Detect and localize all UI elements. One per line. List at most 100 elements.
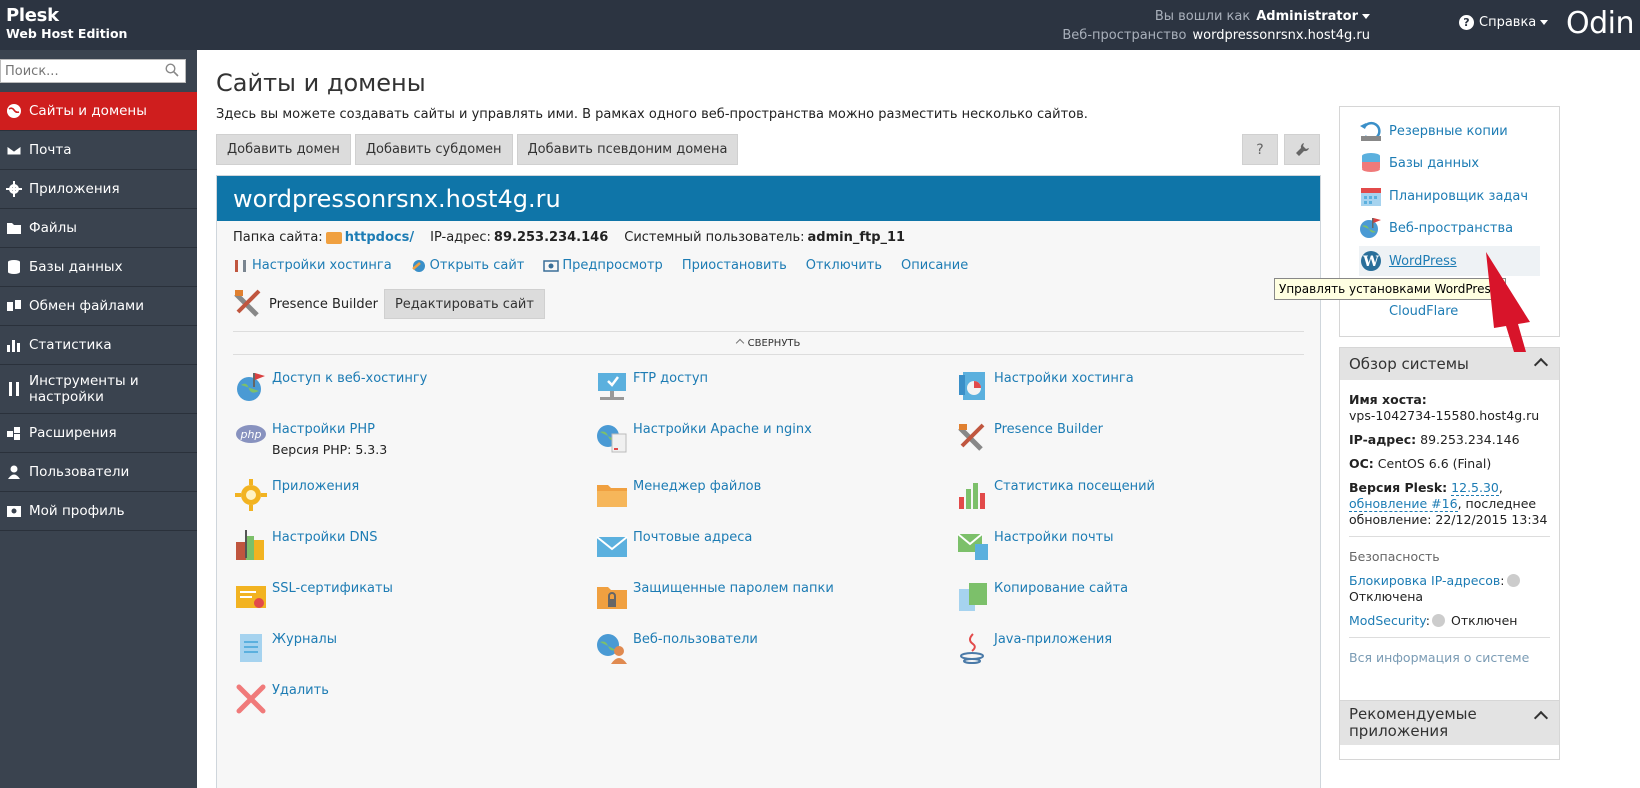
cloudflare-icon xyxy=(1359,300,1383,322)
help-button[interactable]: ? xyxy=(1242,134,1278,165)
plesk-update-link[interactable]: обновление #16 xyxy=(1349,496,1458,512)
file-manager-icon xyxy=(597,485,627,507)
sidebar-item-label: Почта xyxy=(29,142,72,158)
add-domain-button[interactable]: Добавить домен xyxy=(216,134,351,165)
tile-label: Менеджер файлов xyxy=(633,479,762,494)
tile-mail-addresses[interactable]: Почтовые адреса xyxy=(596,530,752,562)
description-link[interactable]: Описание xyxy=(901,258,968,273)
chevron-down-icon xyxy=(1362,14,1370,19)
webspace-selector[interactable]: wordpressonrsnx.host4g.ru xyxy=(1193,28,1371,43)
panel-header[interactable]: Рекомендуемые приложения xyxy=(1340,701,1559,745)
domain-name[interactable]: wordpressonrsnx.host4g.ru xyxy=(217,176,1320,221)
quick-link-backups[interactable]: Резервные копии xyxy=(1359,116,1540,146)
folder-icon xyxy=(325,231,342,244)
sidebar-item-mail[interactable]: Почта xyxy=(0,131,197,170)
suspend-link[interactable]: Приостановить xyxy=(682,258,787,273)
brand-logo[interactable]: Plesk Web Host Edition xyxy=(6,7,127,41)
sidebar-item-label: Файлы xyxy=(29,220,77,236)
tile-site-copy[interactable]: Копирование сайта xyxy=(957,581,1128,613)
web-users-icon xyxy=(597,634,627,664)
tile-ssl-certificates[interactable]: SSL-сертификаты xyxy=(235,581,393,613)
all-system-info-link[interactable]: Вся информация о системе xyxy=(1349,650,1529,665)
chevron-up-icon[interactable] xyxy=(1533,710,1549,726)
tile-label: Веб-пользователи xyxy=(633,632,758,647)
sidebar-item-tools-settings[interactable]: Инструменты и настройки xyxy=(0,365,197,414)
folder-link[interactable]: httpdocs/ xyxy=(345,230,414,245)
sidebar-item-databases[interactable]: Базы данных xyxy=(0,248,197,287)
add-subdomain-button[interactable]: Добавить субдомен xyxy=(354,134,513,165)
tile-applications[interactable]: Приложения xyxy=(235,479,359,511)
collapse-toggle[interactable]: СВЕРНУТЬ xyxy=(233,331,1304,355)
domain-actions: Настройки хостинга Открыть сайт Предпрос… xyxy=(233,258,987,273)
svg-text:php: php xyxy=(240,428,262,441)
user-menu[interactable]: Administrator xyxy=(1256,9,1370,24)
quick-link-databases[interactable]: Базы данных xyxy=(1359,148,1540,178)
tile-presence-builder[interactable]: Presence Builder xyxy=(957,422,1103,454)
sidebar-item-extensions[interactable]: Расширения xyxy=(0,414,197,453)
edit-site-button[interactable]: Редактировать сайт xyxy=(383,289,545,319)
settings-button[interactable] xyxy=(1284,134,1320,165)
php-version: Версия PHP: 5.3.3 xyxy=(272,442,388,457)
quick-link-webspaces[interactable]: Веб-пространства xyxy=(1359,213,1540,243)
search-input[interactable] xyxy=(1,60,156,82)
tile-protected-folders[interactable]: Защищенные паролем папки xyxy=(596,581,834,613)
tile-apache-nginx[interactable]: Настройки Apache и nginx xyxy=(596,422,812,454)
security-label: Безопасность xyxy=(1349,549,1440,564)
sidebar-item-websites[interactable]: Сайты и домены xyxy=(0,92,197,131)
mail-icon xyxy=(6,142,22,158)
quick-link-label: Планировщик задач xyxy=(1389,188,1529,204)
tile-label: Доступ к веб-хостингу xyxy=(272,371,428,386)
tile-label: Java-приложения xyxy=(994,632,1113,647)
tile-label: Журналы xyxy=(272,632,337,647)
globe-arrow-icon xyxy=(411,259,425,272)
tile-hosting-settings[interactable]: Настройки хостинга xyxy=(957,371,1134,403)
add-domain-alias-button[interactable]: Добавить псевдоним домена xyxy=(516,134,739,165)
folder-label: Папка сайта: xyxy=(233,230,323,245)
sidebar-item-my-profile[interactable]: Мой профиль xyxy=(0,492,197,531)
webspace-label: Веб-пространство xyxy=(1062,28,1187,43)
globe-icon xyxy=(6,103,22,119)
preview-link[interactable]: Предпросмотр xyxy=(543,258,663,273)
tile-web-users[interactable]: Веб-пользователи xyxy=(596,632,758,664)
quick-link-scheduler[interactable]: Планировщик задач xyxy=(1359,181,1540,211)
panel-header[interactable]: Обзор системы xyxy=(1340,348,1559,380)
sidebar-item-label: Приложения xyxy=(29,181,120,197)
wordpress-tooltip: Управлять установками WordPress. xyxy=(1274,278,1506,300)
open-site-link[interactable]: Открыть сайт xyxy=(411,258,525,273)
hosting-settings-link[interactable]: Настройки хостинга xyxy=(233,258,392,273)
tile-delete[interactable]: Удалить xyxy=(235,683,329,715)
sidebar-item-applications[interactable]: Приложения xyxy=(0,170,197,209)
sidebar-item-statistics[interactable]: Статистика xyxy=(0,326,197,365)
sidebar-item-users[interactable]: Пользователи xyxy=(0,453,197,492)
server-globe-icon xyxy=(597,425,627,453)
ip-block-link[interactable]: Блокировка IP-адресов xyxy=(1349,573,1500,588)
search-box xyxy=(0,59,186,83)
search-icon[interactable] xyxy=(165,63,179,77)
disable-link[interactable]: Отключить xyxy=(806,258,882,273)
tile-logs[interactable]: Журналы xyxy=(235,632,337,664)
tile-web-hosting-access[interactable]: Доступ к веб-хостингу xyxy=(235,371,427,403)
tile-ftp-access[interactable]: FTP доступ xyxy=(596,371,708,403)
tile-visit-statistics[interactable]: Статистика посещений xyxy=(957,479,1155,511)
tile-dns-settings[interactable]: Настройки DNS xyxy=(235,530,378,562)
brand-name: Plesk xyxy=(6,5,59,26)
delete-icon xyxy=(236,684,266,714)
webspace-icon xyxy=(1360,218,1381,238)
tile-mail-settings[interactable]: Настройки почты xyxy=(957,530,1114,562)
link-label: Открыть сайт xyxy=(429,258,525,273)
plesk-version-label: Версия Plesk: xyxy=(1349,480,1448,495)
chevron-up-icon[interactable] xyxy=(1533,357,1549,373)
plesk-version-link[interactable]: 12.5.30 xyxy=(1451,480,1499,496)
sidebar-item-files[interactable]: Файлы xyxy=(0,209,197,248)
sidebar-item-file-sharing[interactable]: Обмен файлами xyxy=(0,287,197,326)
tile-java-apps[interactable]: Java-приложения xyxy=(957,632,1112,664)
tile-file-manager[interactable]: Менеджер файлов xyxy=(596,479,761,511)
modsecurity-link[interactable]: ModSecurity xyxy=(1349,613,1426,628)
locked-folder-icon xyxy=(597,587,627,609)
ip-value: 89.253.234.146 xyxy=(493,230,609,245)
tools-icon xyxy=(235,259,246,272)
folder-icon xyxy=(6,220,22,236)
preview-icon xyxy=(543,259,560,272)
help-menu[interactable]: ? Справка xyxy=(1459,15,1549,30)
tile-php-settings[interactable]: php Настройки PHP Версия PHP: 5.3.3 xyxy=(235,422,387,458)
